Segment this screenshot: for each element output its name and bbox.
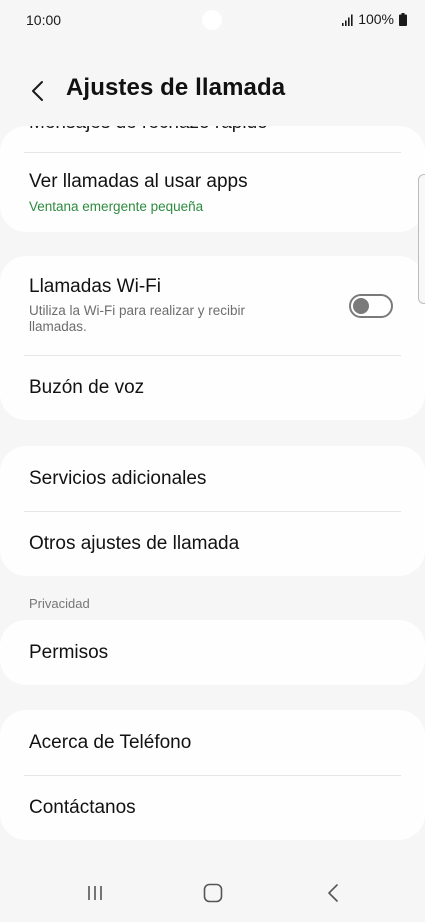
- list-item-servicios-adicionales[interactable]: Servicios adicionales: [0, 446, 425, 511]
- signal-icon: [342, 13, 355, 26]
- card-privacy: Permisos: [0, 620, 425, 685]
- recents-button[interactable]: [75, 878, 115, 908]
- list-item-title: Ver llamadas al usar apps: [29, 171, 248, 192]
- list-item-title: Otros ajustes de llamada: [29, 533, 240, 554]
- home-button[interactable]: [193, 878, 233, 908]
- toggle-knob: [353, 298, 369, 314]
- card-about: Acerca de Teléfono Contáctanos: [0, 710, 425, 840]
- card-call-display: Mensajes de rechazo rápido Ver llamadas …: [0, 126, 425, 232]
- list-item-title: Servicios adicionales: [29, 468, 207, 489]
- back-button[interactable]: [22, 76, 52, 106]
- wifi-calling-toggle[interactable]: [349, 294, 393, 318]
- scrollbar[interactable]: [418, 174, 425, 304]
- list-item-permisos[interactable]: Permisos: [0, 620, 425, 685]
- nav-back-button[interactable]: [313, 878, 353, 908]
- recents-icon: [88, 886, 102, 900]
- battery-percent: 100%: [358, 11, 394, 27]
- list-item-contactanos[interactable]: Contáctanos: [0, 776, 425, 840]
- page-title: Ajustes de llamada: [66, 74, 286, 101]
- card-wifi-voicemail: Llamadas Wi-Fi Utiliza la Wi-Fi para rea…: [0, 256, 425, 420]
- battery-icon: [399, 12, 407, 26]
- list-item-subtitle: Utiliza la Wi-Fi para realizar y recibir…: [29, 303, 246, 334]
- list-item-ver-llamadas[interactable]: Ver llamadas al usar apps Ventana emerge…: [0, 153, 425, 232]
- list-item-subtitle: Ventana emergente pequeña: [29, 199, 204, 214]
- section-label-privacidad: Privacidad: [29, 596, 90, 611]
- nav-back-icon: [328, 884, 338, 902]
- list-item-llamadas-wifi[interactable]: Llamadas Wi-Fi Utiliza la Wi-Fi para rea…: [0, 256, 425, 355]
- list-item-title: Contáctanos: [29, 797, 136, 818]
- camera-cutout: [202, 10, 222, 30]
- status-indicators: 100%: [342, 11, 407, 27]
- navigation-bar: [0, 864, 425, 922]
- list-item-title: Acerca de Teléfono: [29, 732, 192, 753]
- list-item-acerca-de[interactable]: Acerca de Teléfono: [0, 710, 425, 775]
- status-bar: 10:00 100%: [0, 0, 425, 44]
- list-item-title: Permisos: [29, 642, 109, 663]
- status-time: 10:00: [26, 12, 62, 28]
- list-item-buzon[interactable]: Buzón de voz: [0, 356, 425, 420]
- home-icon: [203, 883, 223, 903]
- chevron-left-icon: [32, 81, 43, 101]
- cut-off-item-label: Mensajes de rechazo rápido: [29, 126, 268, 134]
- app-bar: Ajustes de llamada: [0, 60, 425, 120]
- card-additional: Servicios adicionales Otros ajustes de l…: [0, 446, 425, 576]
- list-item-title: Llamadas Wi-Fi: [29, 276, 161, 297]
- list-item-title: Buzón de voz: [29, 377, 145, 398]
- list-item-otros-ajustes[interactable]: Otros ajustes de llamada: [0, 512, 425, 576]
